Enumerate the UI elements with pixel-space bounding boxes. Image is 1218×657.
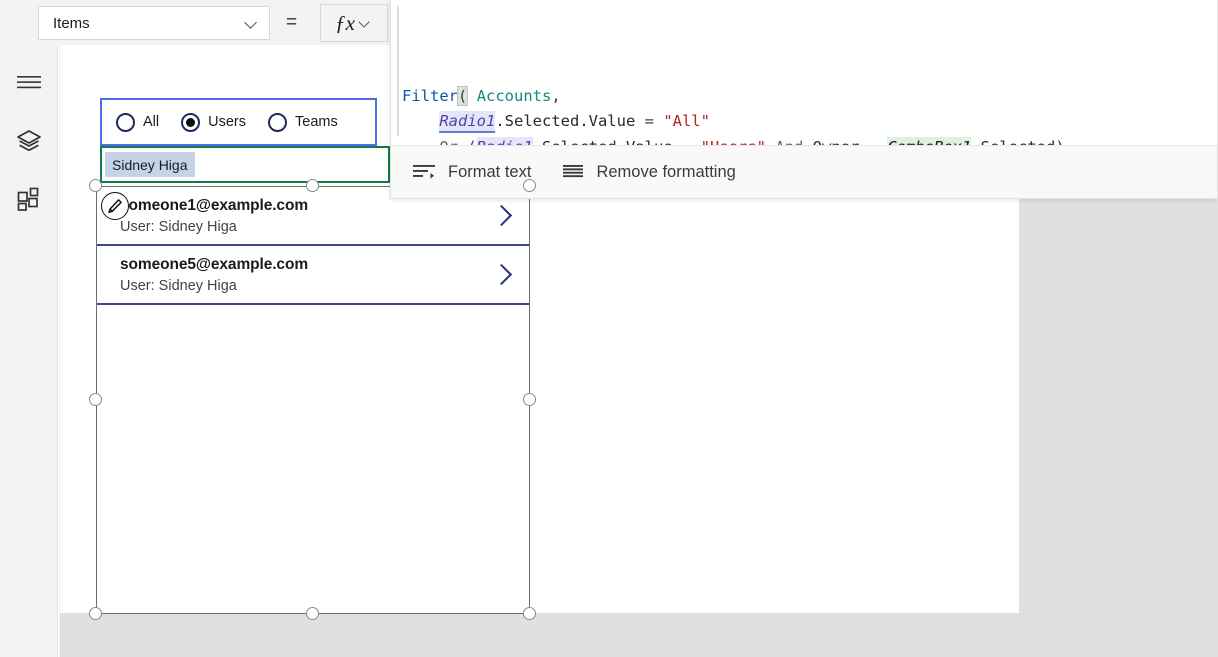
formula-token: .Selected.Value xyxy=(533,138,673,146)
gallery-row-subtitle: User: Sidney Higa xyxy=(120,219,237,235)
radio-option-teams[interactable]: Teams xyxy=(268,112,338,132)
gallery-row[interactable]: someone5@example.com User: Sidney Higa xyxy=(97,246,529,305)
radio-label-teams: Teams xyxy=(295,114,338,130)
resize-handle-top-right[interactable] xyxy=(523,179,536,192)
resize-handle-top-center[interactable] xyxy=(306,179,319,192)
formula-token: Radio1 xyxy=(476,136,533,145)
format-text-label: Format text xyxy=(448,162,532,181)
radio-option-all[interactable]: All xyxy=(116,112,160,132)
property-dropdown[interactable]: Items xyxy=(38,6,270,40)
formula-token xyxy=(467,87,476,105)
components-grid-icon xyxy=(17,187,41,211)
fx-icon: ƒx xyxy=(335,11,355,35)
formula-token: And xyxy=(766,138,813,146)
formula-token: Radio1 xyxy=(439,111,496,133)
formula-toolbar: Format text Remove formatting xyxy=(391,145,1217,198)
remove-formatting-button[interactable]: Remove formatting xyxy=(563,162,736,182)
radio-icon-users-selected xyxy=(181,112,201,132)
gallery-row-title: someone1@example.com xyxy=(120,197,308,214)
formula-line: Filter( Accounts, xyxy=(391,84,1217,110)
resize-handle-bottom-right[interactable] xyxy=(523,607,536,620)
resize-handle-bottom-left[interactable] xyxy=(89,607,102,620)
format-text-button[interactable]: Format text xyxy=(413,163,531,182)
formula-token: Accounts xyxy=(476,86,552,105)
formula-token: Filter xyxy=(402,86,458,105)
combobox-control[interactable]: Sidney Higa xyxy=(100,146,390,183)
radio-icon-all xyxy=(116,112,135,132)
formula-token: Or xyxy=(439,138,458,146)
property-dropdown-value: Items xyxy=(53,14,90,32)
formula-token: ( xyxy=(458,138,476,146)
formula-token: , xyxy=(551,86,561,105)
rail-item-tree-view[interactable] xyxy=(0,115,58,167)
chevron-right-icon[interactable] xyxy=(492,203,512,229)
layers-icon xyxy=(16,129,42,153)
radio-label-users: Users xyxy=(208,114,246,130)
formula-token: Owner xyxy=(813,138,860,146)
chevron-right-icon[interactable] xyxy=(492,262,512,288)
formula-token: .Selected.Value xyxy=(495,112,636,130)
rail-item-insert[interactable] xyxy=(0,173,58,225)
radio-option-users[interactable]: Users xyxy=(181,112,246,132)
remove-formatting-label: Remove formatting xyxy=(596,162,736,181)
gallery-row-title: someone5@example.com xyxy=(120,256,308,273)
formula-line: Or (Radio1.Selected.Value = "Users" And … xyxy=(391,135,1217,146)
gallery-control[interactable]: someone1@example.com User: Sidney Higa s… xyxy=(96,186,530,614)
formula-gutter xyxy=(397,6,399,136)
resize-handle-middle-right[interactable] xyxy=(523,393,536,406)
combobox-selected-chip[interactable]: Sidney Higa xyxy=(105,152,195,177)
equals-sign: = xyxy=(286,12,298,33)
format-text-icon xyxy=(413,164,435,180)
formula-token xyxy=(402,112,439,130)
remove-formatting-icon xyxy=(563,164,584,180)
chevron-down-icon xyxy=(245,16,259,30)
power-apps-studio: Items = ƒx All Users Teams Sidney Higa s… xyxy=(0,0,1218,657)
resize-handle-middle-left[interactable] xyxy=(89,393,102,406)
resize-handle-bottom-center[interactable] xyxy=(306,607,319,620)
radio-icon-teams xyxy=(268,112,287,132)
rail-item-hamburger[interactable] xyxy=(0,56,58,108)
formula-token: ComboBox1 xyxy=(887,136,972,145)
chevron-down-icon xyxy=(359,16,373,30)
formula-token: "All" xyxy=(663,112,710,130)
formula-token: = xyxy=(635,112,664,130)
formula-code-area[interactable]: Filter( Accounts, Radio1.Selected.Value … xyxy=(391,0,1217,145)
gallery-empty-area xyxy=(97,305,529,611)
hamburger-icon xyxy=(17,74,41,90)
formula-token xyxy=(402,138,439,146)
formula-editor-panel: Filter( Accounts, Radio1.Selected.Value … xyxy=(390,0,1218,199)
formula-token: ( xyxy=(456,85,469,106)
radio-label-all: All xyxy=(143,114,160,130)
formula-line: Radio1.Selected.Value = "All" xyxy=(391,109,1217,135)
formula-token: .Selected) xyxy=(971,138,1064,146)
fx-button[interactable]: ƒx xyxy=(320,4,388,42)
gallery-row-subtitle: User: Sidney Higa xyxy=(120,278,237,294)
pencil-edit-icon[interactable] xyxy=(101,192,129,220)
resize-handle-top-left[interactable] xyxy=(89,179,102,192)
formula-token: = xyxy=(859,138,887,146)
formula-token: "Users" xyxy=(701,138,766,146)
left-rail xyxy=(0,45,58,657)
radio-control[interactable]: All Users Teams xyxy=(100,98,377,146)
formula-token: = xyxy=(673,138,701,146)
